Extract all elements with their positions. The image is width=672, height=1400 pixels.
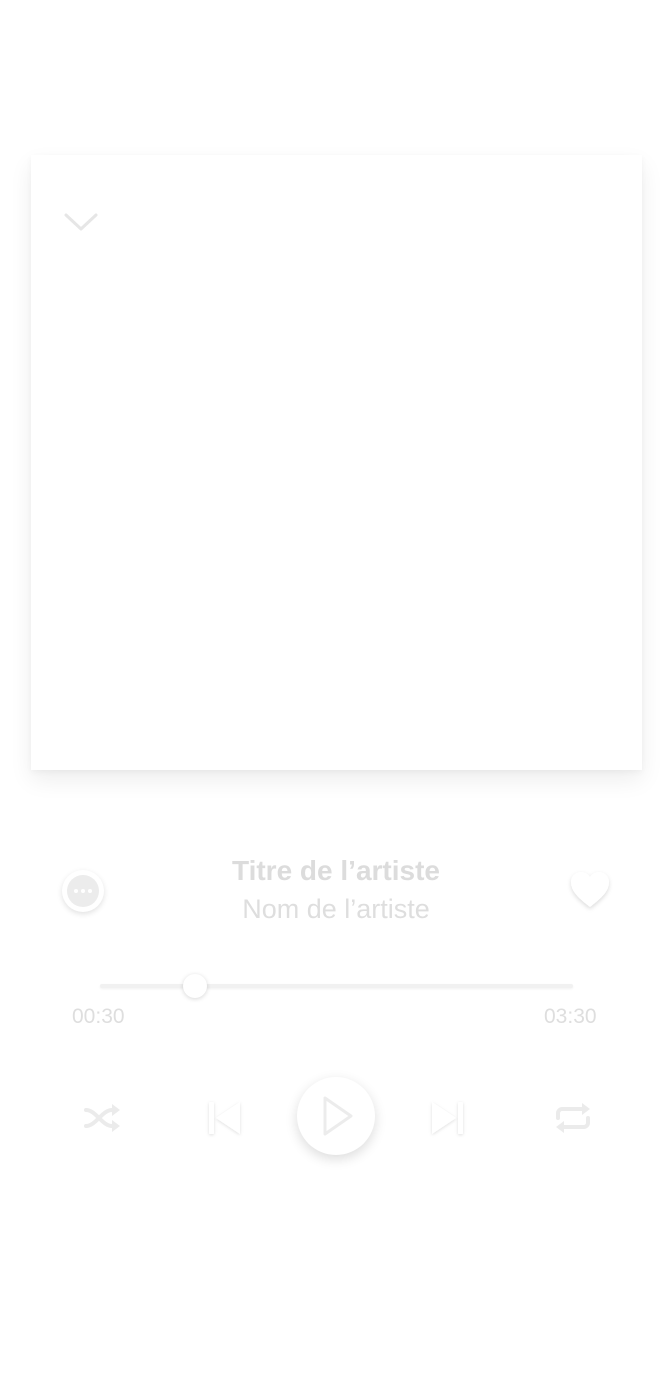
next-button[interactable] bbox=[424, 1094, 472, 1142]
music-player-screen: Titre de l’artiste Nom de l’artiste 00:3… bbox=[0, 0, 672, 1400]
repeat-icon bbox=[556, 1103, 590, 1133]
artist-name: Nom de l’artiste bbox=[242, 894, 430, 924]
play-button[interactable] bbox=[297, 1077, 375, 1155]
total-time: 03:30 bbox=[544, 1005, 597, 1028]
album-art-card bbox=[31, 155, 642, 770]
more-options-button[interactable] bbox=[62, 870, 104, 912]
track-title: Titre de l’artiste bbox=[231, 855, 440, 886]
progress-slider[interactable] bbox=[100, 974, 573, 998]
heart-icon bbox=[571, 872, 609, 907]
repeat-button[interactable] bbox=[550, 1098, 596, 1138]
track-info-row: Titre de l’artiste Nom de l’artiste bbox=[0, 845, 672, 940]
shuffle-button[interactable] bbox=[80, 1098, 124, 1138]
skip-previous-icon bbox=[209, 1102, 240, 1134]
progress-knob[interactable] bbox=[182, 974, 207, 998]
skip-next-icon bbox=[432, 1102, 463, 1134]
elapsed-time: 00:30 bbox=[72, 1005, 125, 1028]
chevron-down-icon bbox=[64, 213, 98, 231]
play-icon bbox=[323, 1096, 353, 1136]
shuffle-icon bbox=[84, 1104, 120, 1132]
progress-track bbox=[100, 984, 573, 988]
favorite-button[interactable] bbox=[566, 867, 614, 913]
more-options-icon bbox=[67, 875, 99, 907]
collapse-button[interactable] bbox=[59, 205, 103, 239]
track-text: Titre de l’artiste Nom de l’artiste bbox=[136, 853, 536, 929]
previous-button[interactable] bbox=[200, 1094, 248, 1142]
